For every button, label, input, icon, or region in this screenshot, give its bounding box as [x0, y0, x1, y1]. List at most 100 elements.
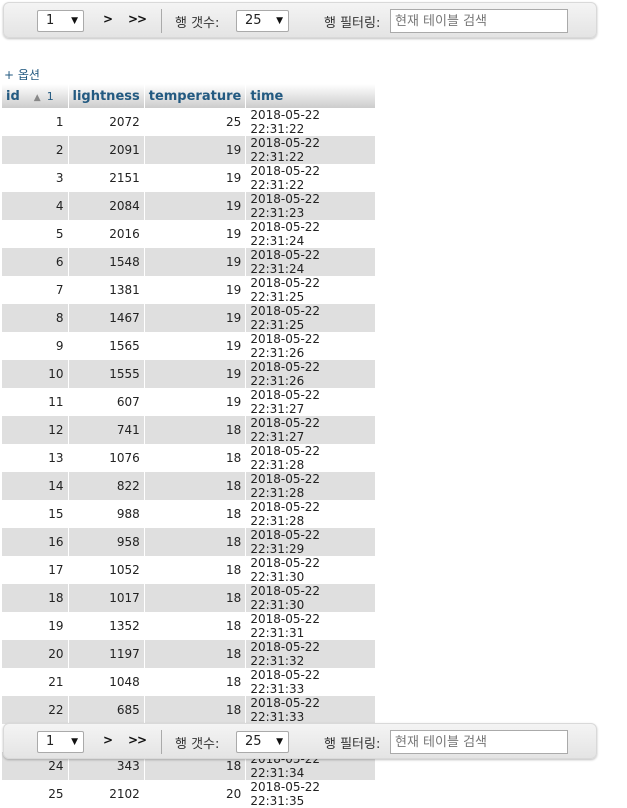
cell-id: 18 [2, 584, 69, 612]
cell-time: 2018-05-22 22:31:22 [245, 164, 377, 192]
table-row[interactable]: 13 1076 18 2018-05-22 22:31:28 [2, 444, 377, 472]
cell-time: 2018-05-22 22:31:23 [245, 192, 377, 220]
table-row[interactable]: 4 2084 19 2018-05-22 22:31:23 [2, 192, 377, 220]
table-row[interactable]: 9 1565 19 2018-05-22 22:31:26 [2, 332, 377, 360]
cell-time: 2018-05-22 22:31:35 [245, 780, 377, 808]
cell-id: 22 [2, 696, 69, 724]
column-header-id[interactable]: id ▲ 1 [2, 84, 69, 108]
cell-temperature: 18 [144, 528, 247, 556]
cell-temperature: 18 [144, 500, 247, 528]
column-header-lightness[interactable]: lightness [68, 84, 145, 108]
table-row[interactable]: 25 2102 20 2018-05-22 22:31:35 [2, 780, 377, 808]
bottom-navigation-bar: 1 ▼ > >> 행 갯수: 25 ▼ 행 필터링: [3, 723, 597, 759]
cell-lightness: 1555 [68, 360, 145, 388]
last-page-link[interactable]: >> [128, 12, 147, 26]
cell-id: 6 [2, 248, 69, 276]
cell-lightness: 988 [68, 500, 145, 528]
sort-order-number: 1 [46, 89, 54, 103]
table-row[interactable]: 18 1017 18 2018-05-22 22:31:30 [2, 584, 377, 612]
cell-temperature: 18 [144, 668, 247, 696]
table-row[interactable]: 16 958 18 2018-05-22 22:31:29 [2, 528, 377, 556]
chevron-down-icon: ▼ [276, 16, 283, 26]
table-row[interactable]: 15 988 18 2018-05-22 22:31:28 [2, 500, 377, 528]
table-row[interactable]: 5 2016 19 2018-05-22 22:31:24 [2, 220, 377, 248]
filter-rows-label: 행 필터링: [324, 16, 381, 31]
cell-temperature: 19 [144, 248, 247, 276]
table-row[interactable]: 22 685 18 2018-05-22 22:31:33 [2, 696, 377, 724]
column-header-time[interactable]: time [245, 84, 377, 108]
cell-lightness: 2091 [68, 136, 145, 164]
cell-id: 13 [2, 444, 69, 472]
rows-count-select[interactable]: 25 ▼ [236, 10, 289, 32]
cell-id: 2 [2, 136, 69, 164]
options-toggle-link[interactable]: + 옵션 [4, 66, 40, 83]
column-header-temperature[interactable]: temperature [144, 84, 247, 108]
cell-id: 8 [2, 304, 69, 332]
cell-id: 15 [2, 500, 69, 528]
cell-id: 4 [2, 192, 69, 220]
cell-temperature: 25 [144, 108, 247, 136]
cell-lightness: 822 [68, 472, 145, 500]
cell-lightness: 2102 [68, 780, 145, 808]
cell-temperature: 19 [144, 220, 247, 248]
cell-lightness: 1017 [68, 584, 145, 612]
cell-lightness: 1548 [68, 248, 145, 276]
cell-lightness: 1052 [68, 556, 145, 584]
rows-count-select[interactable]: 25 ▼ [236, 731, 289, 753]
cell-lightness: 1565 [68, 332, 145, 360]
chevron-down-icon: ▼ [71, 737, 78, 747]
cell-temperature: 18 [144, 416, 247, 444]
table-header-row: id ▲ 1 lightness temperature time [2, 84, 377, 108]
page-select[interactable]: 1 ▼ [37, 10, 84, 32]
table-row[interactable]: 20 1197 18 2018-05-22 22:31:32 [2, 640, 377, 668]
divider [161, 9, 162, 33]
table-row[interactable]: 19 1352 18 2018-05-22 22:31:31 [2, 612, 377, 640]
table-row[interactable]: 10 1555 19 2018-05-22 22:31:26 [2, 360, 377, 388]
cell-time: 2018-05-22 22:31:26 [245, 360, 377, 388]
sort-ascending-icon: ▲ [33, 92, 41, 103]
table-row[interactable]: 2 2091 19 2018-05-22 22:31:22 [2, 136, 377, 164]
cell-lightness: 958 [68, 528, 145, 556]
next-page-link[interactable]: > [103, 733, 113, 747]
table-row[interactable]: 7 1381 19 2018-05-22 22:31:25 [2, 276, 377, 304]
rows-count-value: 25 [245, 13, 262, 28]
cell-id: 9 [2, 332, 69, 360]
table-row[interactable]: 11 607 19 2018-05-22 22:31:27 [2, 388, 377, 416]
cell-id: 1 [2, 108, 69, 136]
cell-lightness: 1352 [68, 612, 145, 640]
cell-id: 11 [2, 388, 69, 416]
rows-count-label: 행 갯수: [175, 16, 220, 31]
last-page-link[interactable]: >> [128, 733, 147, 747]
cell-lightness: 1381 [68, 276, 145, 304]
cell-temperature: 18 [144, 556, 247, 584]
table-row[interactable]: 14 822 18 2018-05-22 22:31:28 [2, 472, 377, 500]
cell-temperature: 19 [144, 164, 247, 192]
cell-id: 5 [2, 220, 69, 248]
table-row[interactable]: 1 2072 25 2018-05-22 22:31:22 [2, 108, 377, 136]
cell-time: 2018-05-22 22:31:27 [245, 416, 377, 444]
filter-search-input[interactable] [390, 730, 568, 754]
table-body: 1 2072 25 2018-05-22 22:31:22 2 2091 19 2018-05… [2, 108, 377, 808]
table-row[interactable]: 6 1548 19 2018-05-22 22:31:24 [2, 248, 377, 276]
cell-lightness: 685 [68, 696, 145, 724]
table-row[interactable]: 8 1467 19 2018-05-22 22:31:25 [2, 304, 377, 332]
cell-time: 2018-05-22 22:31:30 [245, 584, 377, 612]
cell-id: 16 [2, 528, 69, 556]
cell-time: 2018-05-22 22:31:28 [245, 444, 377, 472]
cell-time: 2018-05-22 22:31:32 [245, 640, 377, 668]
next-page-link[interactable]: > [103, 12, 113, 26]
table-row[interactable]: 21 1048 18 2018-05-22 22:31:33 [2, 668, 377, 696]
table-row[interactable]: 12 741 18 2018-05-22 22:31:27 [2, 416, 377, 444]
cell-id: 17 [2, 556, 69, 584]
page-select[interactable]: 1 ▼ [37, 731, 84, 753]
table-row[interactable]: 3 2151 19 2018-05-22 22:31:22 [2, 164, 377, 192]
rows-count-label: 행 갯수: [175, 737, 220, 752]
chevron-down-icon: ▼ [71, 16, 78, 26]
cell-temperature: 18 [144, 640, 247, 668]
cell-time: 2018-05-22 22:31:24 [245, 248, 377, 276]
filter-search-input[interactable] [390, 9, 568, 33]
cell-lightness: 2151 [68, 164, 145, 192]
table-row[interactable]: 17 1052 18 2018-05-22 22:31:30 [2, 556, 377, 584]
cell-temperature: 18 [144, 584, 247, 612]
cell-id: 14 [2, 472, 69, 500]
